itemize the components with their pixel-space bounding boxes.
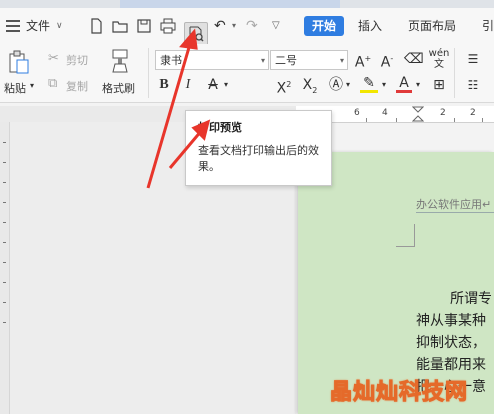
page-header-text: 办公软件应用↵ [416,198,492,211]
strikethrough-icon[interactable]: A [204,76,222,94]
font-size-select[interactable]: 二号 ▾ [270,50,348,70]
text-effect-dropdown-icon[interactable]: ▾ [344,76,352,94]
body-line: 抑制状态， [416,335,486,351]
copy-button[interactable]: 复制 [66,78,88,94]
file-menu[interactable]: 文件 [26,16,50,36]
phonetic-guide-icon[interactable]: wén 文 [428,48,450,70]
title-bar [0,0,494,8]
tooltip-title: 打印预览 [198,121,242,134]
new-document-icon[interactable] [88,18,104,34]
print-preview-icon [189,26,204,42]
vertical-ruler [0,122,10,414]
copy-icon: ⧉ [48,76,58,91]
tab-page-layout[interactable]: 页面布局 [408,16,456,36]
numbered-list-icon[interactable]: ☷ [464,76,482,94]
redo-icon[interactable]: ↷ [246,16,258,36]
tab-reference[interactable]: 引 [482,16,494,36]
indent-marker-icon[interactable] [412,106,424,122]
tab-start[interactable]: 开始 [304,16,344,36]
font-color-icon[interactable]: A [396,74,412,93]
menu-icon[interactable] [6,20,20,32]
watermark: 晶灿灿科技网 [329,380,469,406]
bold-button[interactable]: B [157,76,171,94]
highlight-dropdown-icon[interactable]: ▾ [380,76,388,94]
italic-button[interactable]: I [181,76,195,94]
ruler-number: 2 [470,108,476,118]
menu-bar: 文件 ∨ ↶ ▾ ↷ ▽ 开始 插入 页面布局 引 [0,8,494,46]
tab-insert[interactable]: 插入 [358,16,382,36]
font-color-dropdown-icon[interactable]: ▾ [414,76,422,94]
ribbon: 粘贴 ▾ ✂ 剪切 ⧉ 复制 格式刷 隶书 ▾ 二号 ▾ A+ A- ⌫ wén 文 … [0,44,494,103]
body-line: 能量都用来 [416,357,486,373]
margin-corner-mark [396,224,415,247]
body-line: 所谓专 [450,291,492,307]
ruler-number: 4 [382,108,388,118]
format-painter-label[interactable]: 格式刷 [102,80,135,96]
format-painter-icon[interactable] [110,48,130,74]
ruler-number: 2 [440,108,446,118]
font-name-select[interactable]: 隶书 ▾ [155,50,269,70]
print-preview-tooltip: 打印预览 查看文档打印输出后的效果。 [185,110,332,186]
bullet-list-icon[interactable]: ☰ [464,50,482,68]
paste-label[interactable]: 粘贴 [4,80,26,96]
print-preview-button[interactable] [184,22,208,46]
char-border-icon[interactable]: ⊞ [430,76,448,94]
ruler-number: 6 [354,108,360,118]
chevron-down-icon[interactable]: ∨ [56,16,63,36]
print-icon[interactable] [160,18,176,34]
increase-font-size-icon[interactable]: A+ [354,50,372,72]
subscript-icon[interactable]: X2 [300,76,320,100]
customize-toolbar-icon[interactable]: ▽ [272,16,280,36]
tooltip-description: 查看文档打印输出后的效果。 [198,144,319,173]
ribbon-divider [454,48,455,98]
scissors-icon: ✂ [48,51,59,66]
ribbon-divider [148,48,149,98]
decrease-font-size-icon[interactable]: A- [378,50,396,72]
text-effect-icon[interactable]: Ⓐ [328,76,344,94]
cut-button[interactable]: 剪切 [66,52,88,68]
superscript-icon[interactable]: X2 [274,76,294,98]
body-line: 神从事某种 [416,313,486,329]
document-tab-strip[interactable] [120,0,340,8]
clear-format-icon[interactable]: ⌫ [404,50,424,68]
paste-dropdown-icon[interactable]: ▾ [30,81,34,90]
header-divider [416,212,494,213]
open-folder-icon[interactable] [112,18,128,34]
undo-dropdown-icon[interactable]: ▾ [232,16,236,36]
highlight-icon[interactable]: ✎ [360,74,378,93]
strikethrough-dropdown-icon[interactable]: ▾ [222,76,230,94]
paste-icon[interactable] [8,50,30,74]
save-icon[interactable] [136,18,152,34]
undo-icon[interactable]: ↶ [214,16,226,36]
